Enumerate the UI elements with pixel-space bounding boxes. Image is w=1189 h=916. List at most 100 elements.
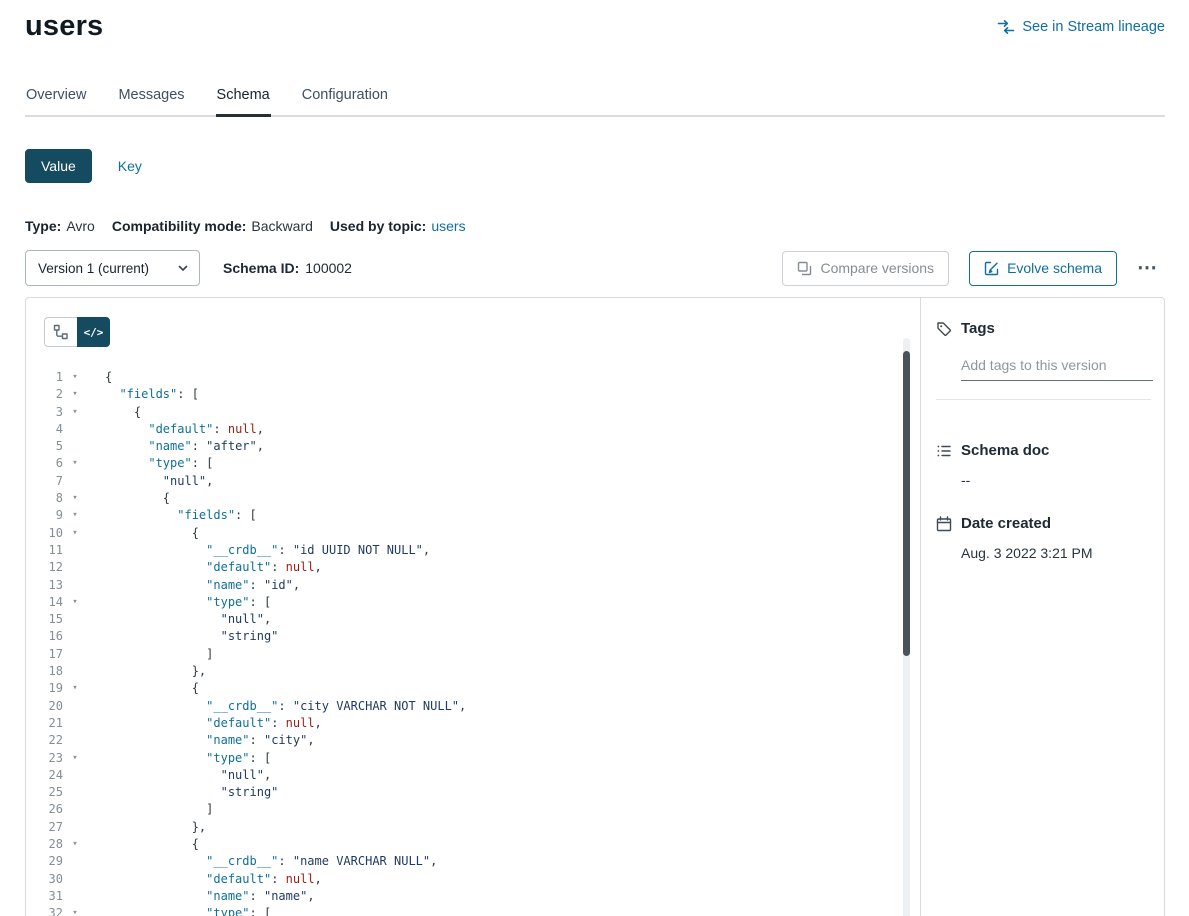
compare-versions-icon [797,261,812,276]
compare-versions-button[interactable]: Compare versions [782,251,949,286]
line-number: 3 [26,404,63,421]
key-toggle-button[interactable]: Key [118,158,142,174]
code-editor[interactable]: 1▾{2▾ "fields": [3▾ {4 "default": null,5… [26,369,920,916]
date-created-section-header: Date created [936,515,1153,532]
compatibility-value: Backward [251,218,312,234]
editor-view-toggle: </> [26,298,920,347]
value-toggle-button[interactable]: Value [25,149,92,183]
fold-arrow-icon[interactable]: ▾ [67,507,83,524]
line-number: 26 [26,801,63,818]
schema-content: </> 1▾{2▾ "fields": [3▾ {4 "default": nu… [25,297,1165,916]
fold-arrow-icon[interactable]: ▾ [67,836,83,853]
line-number: 13 [26,577,63,594]
more-options-button[interactable]: ⋯ [1129,256,1165,280]
code-line-text: "type": [ [105,905,271,916]
fold-spacer [67,715,83,732]
line-number: 18 [26,663,63,680]
tab-messages[interactable]: Messages [117,87,185,115]
version-select[interactable]: Version 1 (current) [25,250,200,286]
fold-spacer [67,767,83,784]
line-number: 32 [26,905,63,916]
code-line-text: ] [105,646,213,663]
schema-doc-section-header: Schema doc [936,442,1153,459]
schema-id: Schema ID: 100002 [223,260,352,276]
fold-arrow-icon[interactable]: ▾ [67,369,83,386]
code-line: 31 "name": "name", [26,888,920,905]
fold-spacer [67,819,83,836]
line-number: 23 [26,750,63,767]
code-line-text: "name": "after", [105,438,264,455]
code-line: 21 "default": null, [26,715,920,732]
calendar-icon [936,516,952,532]
scrollbar-thumb[interactable] [903,351,910,656]
tab-overview[interactable]: Overview [25,87,87,115]
code-line: 2▾ "fields": [ [26,386,920,403]
schema-code-panel: </> 1▾{2▾ "fields": [3▾ {4 "default": nu… [26,298,921,916]
compare-versions-label: Compare versions [820,260,934,276]
value-key-toggle: Value Key [25,149,1165,183]
line-number: 28 [26,836,63,853]
page: users See in Stream lineage Overview Mes… [0,0,1189,916]
tab-configuration[interactable]: Configuration [301,87,389,115]
fold-spacer [67,542,83,559]
add-tags-input[interactable] [961,355,1153,381]
fold-spacer [67,438,83,455]
line-number: 17 [26,646,63,663]
code-line: 26 ] [26,801,920,818]
code-line: 12 "default": null, [26,559,920,576]
fold-spacer [67,559,83,576]
tab-schema[interactable]: Schema [216,87,271,115]
code-line: 23▾ "type": [ [26,750,920,767]
fold-spacer [67,784,83,801]
code-line: 20 "__crdb__": "city VARCHAR NOT NULL", [26,698,920,715]
tree-view-button[interactable] [44,317,77,347]
fold-arrow-icon[interactable]: ▾ [67,680,83,697]
code-line-text: { [105,836,199,853]
fold-spacer [67,888,83,905]
fold-spacer [67,473,83,490]
code-line: 3▾ { [26,404,920,421]
sidebar-divider [936,399,1151,400]
line-number: 29 [26,853,63,870]
fold-spacer [67,663,83,680]
fold-spacer [67,646,83,663]
fold-arrow-icon[interactable]: ▾ [67,490,83,507]
fold-arrow-icon[interactable]: ▾ [67,455,83,472]
code-line: 19▾ { [26,680,920,697]
evolve-schema-button[interactable]: Evolve schema [969,251,1117,286]
list-icon [936,443,952,459]
code-line-text: "default": null, [105,421,264,438]
fold-arrow-icon[interactable]: ▾ [67,594,83,611]
code-line-text: "string" [105,628,278,645]
tab-bar: Overview Messages Schema Configuration [25,87,1165,117]
fold-arrow-icon[interactable]: ▾ [67,404,83,421]
code-line-text: "fields": [ [105,386,199,403]
stream-lineage-link[interactable]: See in Stream lineage [997,18,1165,36]
code-line-text: }, [105,819,206,836]
code-line: 9▾ "fields": [ [26,507,920,524]
fold-arrow-icon[interactable]: ▾ [67,386,83,403]
line-number: 2 [26,386,63,403]
code-line: 5 "name": "after", [26,438,920,455]
code-line-text: "null", [105,611,271,628]
code-line: 16 "string" [26,628,920,645]
line-number: 25 [26,784,63,801]
fold-spacer [67,732,83,749]
fold-arrow-icon[interactable]: ▾ [67,750,83,767]
fold-arrow-icon[interactable]: ▾ [67,525,83,542]
code-line-text: "default": null, [105,559,322,576]
code-line-text: "default": null, [105,871,322,888]
line-number: 4 [26,421,63,438]
code-line-text: { [105,525,199,542]
topic-link[interactable]: users [431,218,465,234]
schema-doc-title: Schema doc [961,442,1049,459]
fold-arrow-icon[interactable]: ▾ [67,905,83,916]
code-line: 17 ] [26,646,920,663]
line-number: 9 [26,507,63,524]
line-number: 20 [26,698,63,715]
code-line: 10▾ { [26,525,920,542]
code-line: 8▾ { [26,490,920,507]
code-line-text: "__crdb__": "city VARCHAR NOT NULL", [105,698,466,715]
line-number: 1 [26,369,63,386]
code-view-button[interactable]: </> [77,317,110,347]
